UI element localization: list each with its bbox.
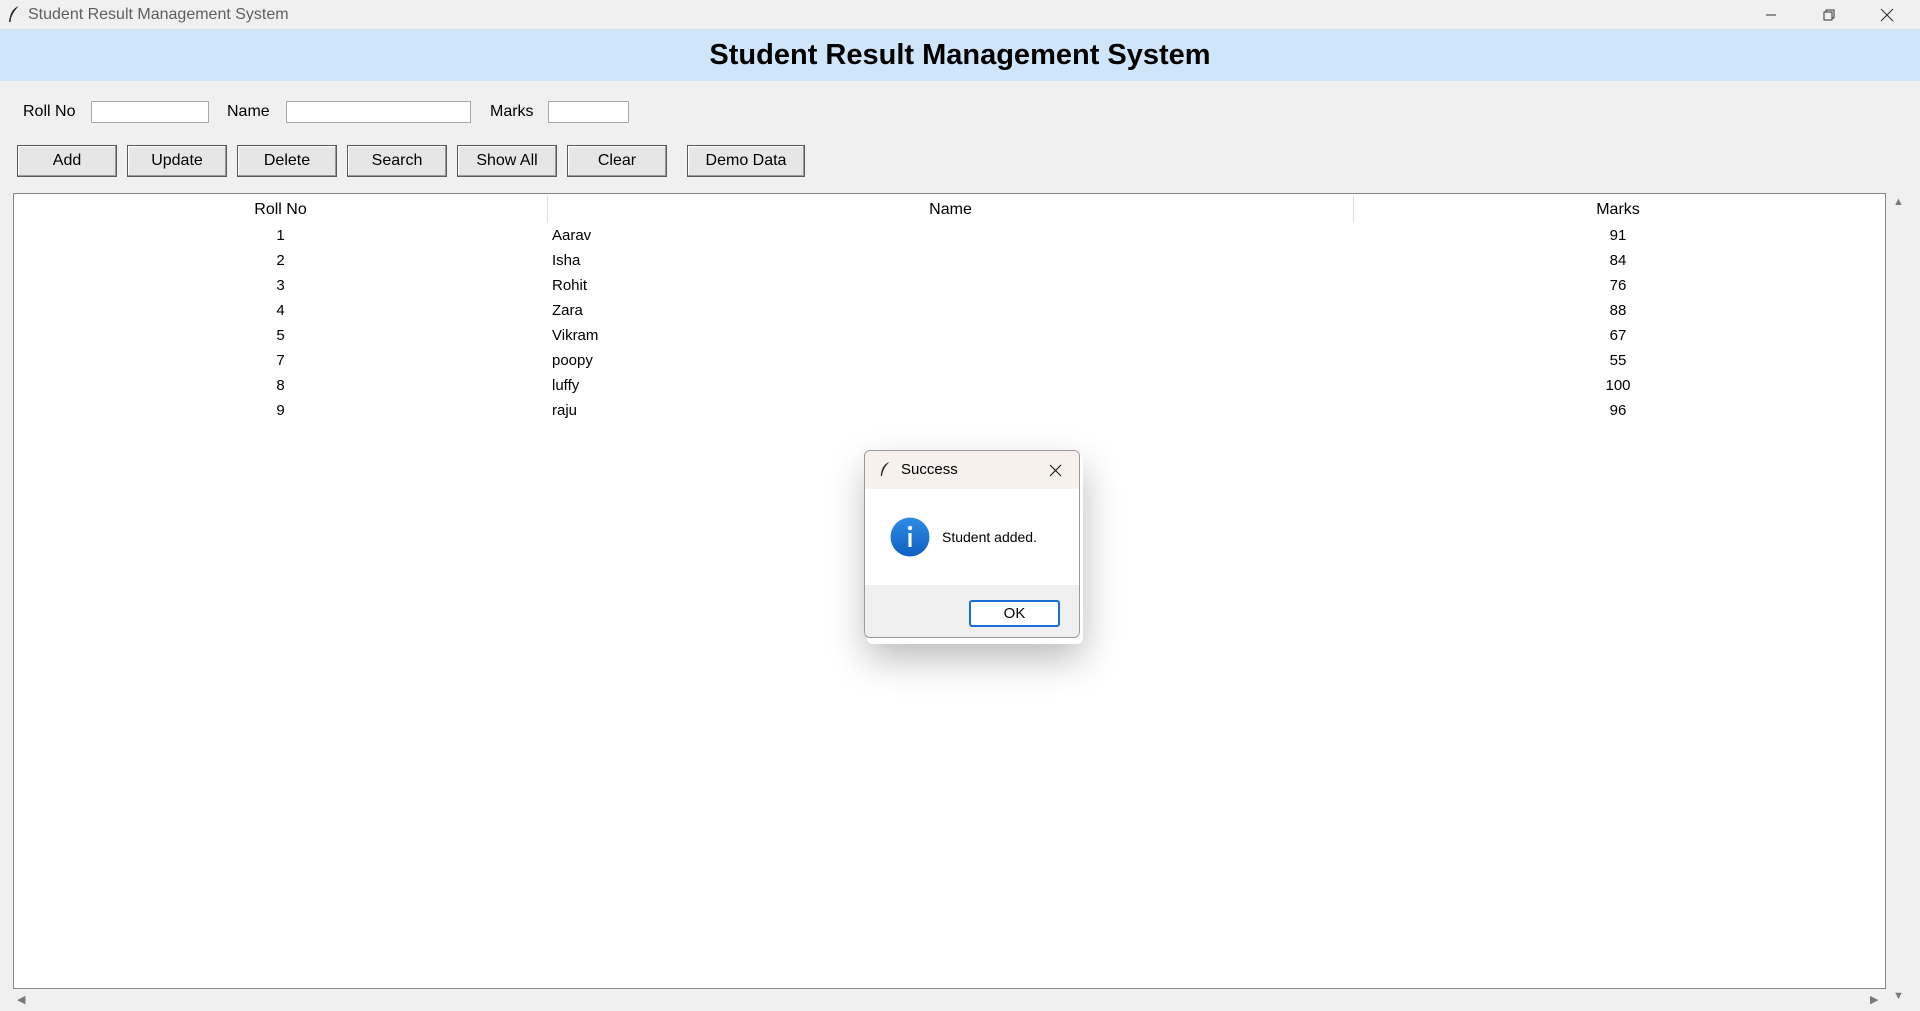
- column-header-marks[interactable]: Marks: [1353, 201, 1883, 218]
- show-all-button[interactable]: Show All: [457, 145, 557, 177]
- success-dialog: Success Student added. OK: [864, 450, 1080, 638]
- marks-cell: 84: [1609, 252, 1627, 269]
- close-window-button[interactable]: [1858, 0, 1916, 29]
- name-cell: poopy: [552, 352, 593, 369]
- marks-cell: 96: [1609, 402, 1627, 419]
- vertical-scrollbar[interactable]: ▲ ▼: [1886, 193, 1910, 1005]
- info-icon: [890, 517, 930, 557]
- marks-cell: 67: [1609, 327, 1627, 344]
- marks-cell: 76: [1609, 277, 1627, 294]
- add-button[interactable]: Add: [17, 145, 117, 177]
- name-label: Name: [227, 103, 270, 120]
- marks-cell: 88: [1609, 302, 1627, 319]
- roll-cell: 4: [276, 302, 285, 319]
- minimize-icon: [1766, 14, 1776, 15]
- marks-cell: 91: [1609, 227, 1627, 244]
- roll-cell: 9: [276, 402, 285, 419]
- roll-cell: 8: [276, 377, 285, 394]
- search-button[interactable]: Search: [347, 145, 447, 177]
- window-title-bar: Student Result Management System: [0, 0, 1920, 29]
- column-header-roll-no[interactable]: Roll No: [13, 201, 548, 218]
- scroll-up-arrow-icon[interactable]: ▲: [1893, 196, 1904, 208]
- name-cell: Vikram: [552, 327, 599, 344]
- roll-cell: 1: [276, 227, 285, 244]
- roll-cell: 5: [276, 327, 285, 344]
- column-header-name[interactable]: Name: [548, 201, 1353, 218]
- scroll-right-arrow-icon[interactable]: ▶: [1870, 993, 1878, 1006]
- marks-cell: 100: [1605, 377, 1631, 394]
- name-cell: Isha: [552, 252, 581, 269]
- minimize-button[interactable]: [1742, 0, 1800, 29]
- window-title: Student Result Management System: [28, 6, 289, 23]
- roll-no-label: Roll No: [23, 103, 76, 120]
- update-button[interactable]: Update: [127, 145, 227, 177]
- page-title: Student Result Management System: [709, 38, 1211, 71]
- feather-icon: [9, 5, 20, 22]
- delete-button[interactable]: Delete: [237, 145, 337, 177]
- restore-icon: [1823, 9, 1835, 20]
- restore-button[interactable]: [1800, 0, 1858, 29]
- scroll-left-arrow-icon[interactable]: ◀: [17, 993, 25, 1006]
- dialog-title: Success: [901, 461, 958, 478]
- marks-input[interactable]: [548, 101, 629, 123]
- name-cell: Aarav: [552, 227, 592, 244]
- roll-cell: 3: [276, 277, 285, 294]
- close-icon: [1880, 8, 1894, 21]
- name-cell: raju: [552, 402, 578, 419]
- marks-label: Marks: [490, 103, 534, 120]
- roll-cell: 2: [276, 252, 285, 269]
- dialog-close-button[interactable]: [1045, 460, 1065, 480]
- name-cell: Rohit: [552, 277, 588, 294]
- dialog-message: Student added.: [942, 529, 1037, 545]
- scroll-down-arrow-icon[interactable]: ▼: [1893, 990, 1904, 1002]
- demo-data-button[interactable]: Demo Data: [687, 145, 805, 177]
- marks-cell: 55: [1609, 352, 1627, 369]
- clear-button[interactable]: Clear: [567, 145, 667, 177]
- close-icon: [1049, 464, 1061, 476]
- horizontal-scrollbar[interactable]: ◀ ▶: [13, 990, 1886, 1011]
- name-cell: luffy: [552, 377, 580, 394]
- feather-icon: [880, 462, 890, 476]
- name-cell: Zara: [552, 302, 583, 319]
- roll-cell: 7: [276, 352, 285, 369]
- roll-no-input[interactable]: [91, 101, 209, 123]
- ok-button[interactable]: OK: [969, 600, 1060, 627]
- name-input[interactable]: [286, 101, 471, 123]
